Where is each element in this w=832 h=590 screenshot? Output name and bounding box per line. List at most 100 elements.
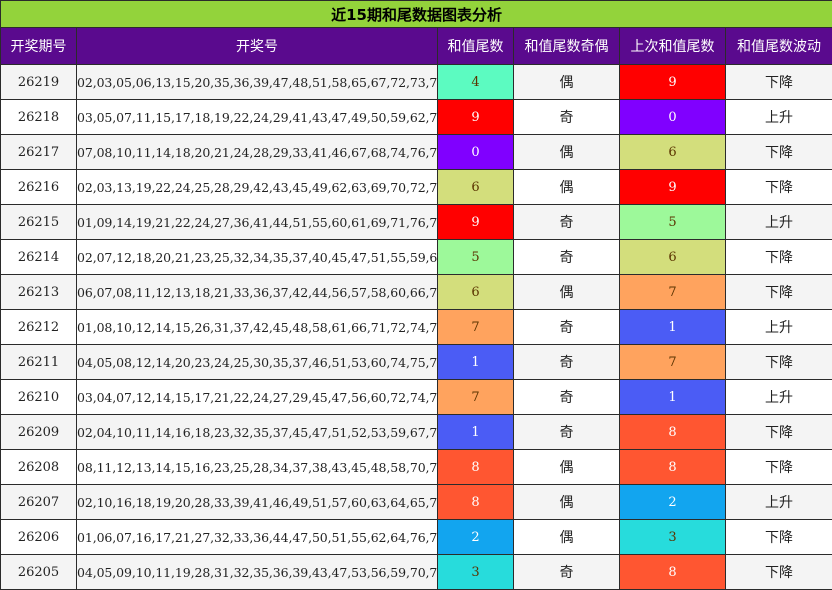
parity-cell: 偶 — [513, 274, 620, 310]
period-cell: 26207 — [0, 484, 77, 520]
period-cell: 26216 — [0, 169, 77, 205]
trend-cell: 上升 — [724, 309, 832, 345]
tail-cell: 7 — [437, 309, 514, 345]
tail-cell: 7 — [437, 379, 514, 415]
numbers-cell: 02,07,12,18,20,21,23,25,32,34,35,37,40,4… — [76, 239, 438, 275]
trend-cell: 下降 — [724, 274, 832, 310]
prev-tail-cell: 8 — [619, 449, 726, 485]
tail-cell: 4 — [437, 64, 514, 100]
parity-cell: 奇 — [513, 309, 620, 345]
parity-cell: 奇 — [513, 554, 620, 590]
prev-tail-cell: 2 — [619, 484, 726, 520]
numbers-cell: 01,06,07,16,17,21,27,32,33,36,44,47,50,5… — [76, 519, 438, 555]
trend-cell: 上升 — [724, 379, 832, 415]
tail-cell: 6 — [437, 274, 514, 310]
period-cell: 26210 — [0, 379, 77, 415]
parity-cell: 偶 — [513, 519, 620, 555]
parity-cell: 偶 — [513, 134, 620, 170]
period-cell: 26205 — [0, 554, 77, 590]
parity-cell: 奇 — [513, 99, 620, 135]
trend-cell: 下降 — [724, 239, 832, 275]
parity-cell: 偶 — [513, 484, 620, 520]
table-row: 26215 01,09,14,19,21,22,24,27,36,41,44,51… — [0, 204, 832, 240]
numbers-cell: 02,04,10,11,14,16,18,23,32,35,37,45,47,5… — [76, 414, 438, 450]
table-row: 26212 01,08,10,12,14,15,26,31,37,42,45,48… — [0, 309, 832, 345]
numbers-cell: 02,03,13,19,22,24,25,28,29,42,43,45,49,6… — [76, 169, 438, 205]
prev-tail-cell: 7 — [619, 344, 726, 380]
table-row: 26206 01,06,07,16,17,21,27,32,33,36,44,47… — [0, 519, 832, 555]
prev-tail-cell: 3 — [619, 519, 726, 555]
numbers-cell: 03,05,07,11,15,17,18,19,22,24,29,41,43,4… — [76, 99, 438, 135]
trend-cell: 下降 — [724, 414, 832, 450]
numbers-cell: 03,04,07,12,14,15,17,21,22,24,27,29,45,4… — [76, 379, 438, 415]
parity-cell: 奇 — [513, 414, 620, 450]
table-row: 26218 03,05,07,11,15,17,18,19,22,24,29,41… — [0, 99, 832, 135]
trend-cell: 上升 — [724, 99, 832, 135]
table-title: 近15期和尾数据图表分析 — [0, 0, 832, 28]
trend-cell: 上升 — [724, 484, 832, 520]
trend-cell: 下降 — [724, 519, 832, 555]
trend-cell: 下降 — [724, 134, 832, 170]
parity-cell: 偶 — [513, 449, 620, 485]
tail-analysis-table: 近15期和尾数据图表分析 开奖期号 开奖号 和值尾数 和值尾数奇偶 上次和值尾数… — [0, 0, 832, 590]
prev-tail-cell: 6 — [619, 239, 726, 275]
period-cell: 26212 — [0, 309, 77, 345]
numbers-cell: 02,10,16,18,19,20,28,33,39,41,46,49,51,5… — [76, 484, 438, 520]
parity-cell: 偶 — [513, 64, 620, 100]
period-cell: 26214 — [0, 239, 77, 275]
parity-cell: 偶 — [513, 169, 620, 205]
trend-cell: 下降 — [724, 554, 832, 590]
numbers-cell: 07,08,10,11,14,18,20,21,24,28,29,33,41,4… — [76, 134, 438, 170]
prev-tail-cell: 1 — [619, 379, 726, 415]
table-row: 26211 04,05,08,12,14,20,23,24,25,30,35,37… — [0, 344, 832, 380]
parity-cell: 奇 — [513, 379, 620, 415]
tail-cell: 1 — [437, 344, 514, 380]
trend-cell: 下降 — [724, 64, 832, 100]
header-period: 开奖期号 — [0, 27, 77, 65]
table-row: 26210 03,04,07,12,14,15,17,21,22,24,27,29… — [0, 379, 832, 415]
table-row: 26217 07,08,10,11,14,18,20,21,24,28,29,33… — [0, 134, 832, 170]
period-cell: 26218 — [0, 99, 77, 135]
table-body: 26219 02,03,05,06,13,15,20,35,36,39,47,48… — [0, 64, 832, 590]
tail-cell: 2 — [437, 519, 514, 555]
prev-tail-cell: 9 — [619, 169, 726, 205]
table-row: 26216 02,03,13,19,22,24,25,28,29,42,43,45… — [0, 169, 832, 205]
period-cell: 26215 — [0, 204, 77, 240]
tail-cell: 6 — [437, 169, 514, 205]
period-cell: 26213 — [0, 274, 77, 310]
period-cell: 26208 — [0, 449, 77, 485]
tail-cell: 1 — [437, 414, 514, 450]
tail-cell: 8 — [437, 484, 514, 520]
table-row: 26214 02,07,12,18,20,21,23,25,32,34,35,37… — [0, 239, 832, 275]
numbers-cell: 01,08,10,12,14,15,26,31,37,42,45,48,58,6… — [76, 309, 438, 345]
numbers-cell: 06,07,08,11,12,13,18,21,33,36,37,42,44,5… — [76, 274, 438, 310]
period-cell: 26209 — [0, 414, 77, 450]
table-row: 26213 06,07,08,11,12,13,18,21,33,36,37,42… — [0, 274, 832, 310]
header-parity: 和值尾数奇偶 — [513, 27, 620, 65]
trend-cell: 下降 — [724, 449, 832, 485]
tail-cell: 9 — [437, 204, 514, 240]
tail-cell: 9 — [437, 99, 514, 135]
table-row: 26207 02,10,16,18,19,20,28,33,39,41,46,49… — [0, 484, 832, 520]
prev-tail-cell: 9 — [619, 64, 726, 100]
prev-tail-cell: 5 — [619, 204, 726, 240]
table-row: 26208 08,11,12,13,14,15,16,23,25,28,34,37… — [0, 449, 832, 485]
header-prev-tail: 上次和值尾数 — [619, 27, 726, 65]
table-row: 26205 04,05,09,10,11,19,28,31,32,35,36,39… — [0, 554, 832, 590]
header-numbers: 开奖号 — [76, 27, 438, 65]
period-cell: 26211 — [0, 344, 77, 380]
parity-cell: 奇 — [513, 344, 620, 380]
table-row: 26219 02,03,05,06,13,15,20,35,36,39,47,48… — [0, 64, 832, 100]
tail-cell: 0 — [437, 134, 514, 170]
trend-cell: 下降 — [724, 169, 832, 205]
parity-cell: 奇 — [513, 239, 620, 275]
tail-cell: 3 — [437, 554, 514, 590]
numbers-cell: 04,05,09,10,11,19,28,31,32,35,36,39,43,4… — [76, 554, 438, 590]
title-row: 近15期和尾数据图表分析 — [0, 0, 832, 28]
prev-tail-cell: 7 — [619, 274, 726, 310]
trend-cell: 上升 — [724, 204, 832, 240]
numbers-cell: 02,03,05,06,13,15,20,35,36,39,47,48,51,5… — [76, 64, 438, 100]
numbers-cell: 01,09,14,19,21,22,24,27,36,41,44,51,55,6… — [76, 204, 438, 240]
prev-tail-cell: 8 — [619, 554, 726, 590]
table-row: 26209 02,04,10,11,14,16,18,23,32,35,37,45… — [0, 414, 832, 450]
